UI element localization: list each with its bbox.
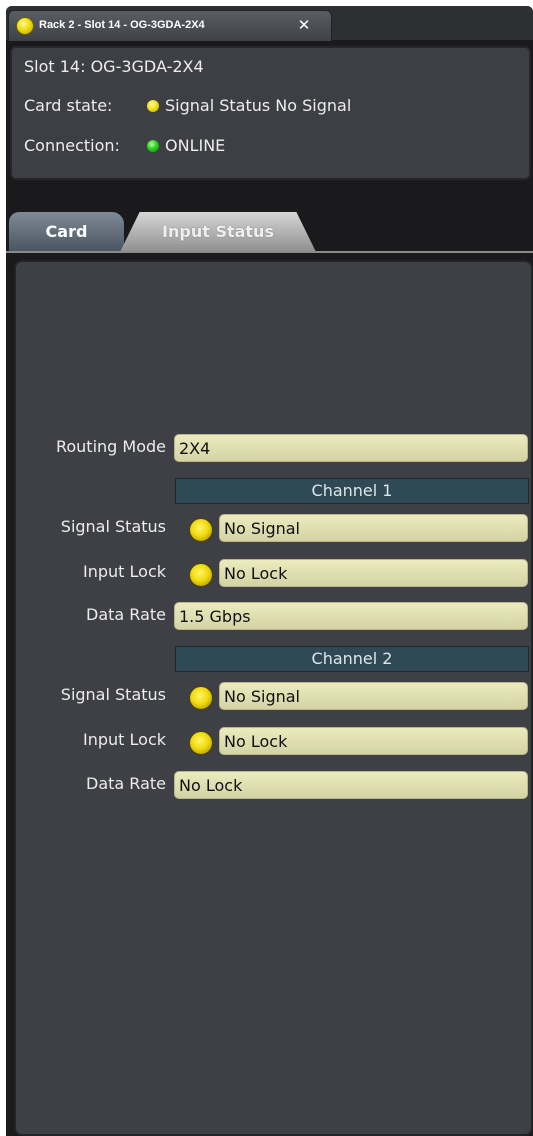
slot-name: Slot 14: OG-3GDA-2X4	[24, 57, 204, 76]
ch1-data-rate-field[interactable]: 1.5 Gbps	[174, 602, 528, 630]
ch1-input-lock-label: Input Lock	[83, 562, 166, 581]
ch1-data-rate-label: Data Rate	[86, 605, 166, 624]
ch1-lock-led-icon	[189, 563, 213, 587]
status-led-icon	[16, 17, 34, 35]
tab-card[interactable]: Card	[9, 212, 124, 252]
card-state-label: Card state:	[24, 96, 113, 115]
routing-mode-row: Routing Mode 2X4	[16, 432, 531, 464]
ch2-signal-status-label: Signal Status	[60, 685, 166, 704]
tab-divider	[6, 251, 533, 253]
ch2-data-rate-row: Data Rate No Lock	[16, 769, 531, 801]
device-window: Rack 2 - Slot 14 - OG-3GDA-2X4 ✕ Slot 14…	[6, 6, 533, 1136]
title-bar: Rack 2 - Slot 14 - OG-3GDA-2X4 ✕	[6, 6, 533, 41]
card-state-row: Card state: Signal Status No Signal	[24, 96, 351, 115]
routing-mode-field[interactable]: 2X4	[174, 434, 528, 462]
ch1-signal-status-field[interactable]: No Signal	[219, 514, 528, 542]
ch2-signal-led-icon	[189, 686, 213, 710]
connection-value: ONLINE	[165, 136, 226, 155]
ch2-lock-led-icon	[189, 731, 213, 755]
connection-label: Connection:	[24, 136, 120, 155]
ch2-signal-status-field[interactable]: No Signal	[219, 682, 528, 710]
ch1-signal-status-label: Signal Status	[60, 517, 166, 536]
card-info-box: Slot 14: OG-3GDA-2X4 Card state: Signal S…	[10, 46, 531, 180]
ch1-input-lock-row: Input Lock No Lock	[16, 557, 531, 589]
ch2-signal-status-row: Signal Status No Signal	[16, 680, 531, 712]
ch2-input-lock-row: Input Lock No Lock	[16, 725, 531, 757]
window-tab[interactable]: Rack 2 - Slot 14 - OG-3GDA-2X4 ✕	[8, 10, 332, 41]
channel-2-header: Channel 2	[175, 646, 529, 672]
input-status-panel: Routing Mode 2X4 Channel 1 Signal Status…	[14, 260, 533, 1136]
ch1-signal-status-row: Signal Status No Signal	[16, 512, 531, 544]
card-state-led-icon	[147, 100, 159, 112]
tab-bar: Card Input Status	[6, 206, 533, 254]
ch1-data-rate-row: Data Rate 1.5 Gbps	[16, 600, 531, 632]
connection-row: Connection: ONLINE	[24, 136, 225, 155]
ch2-input-lock-label: Input Lock	[83, 730, 166, 749]
ch1-input-lock-field[interactable]: No Lock	[219, 559, 528, 587]
connection-led-icon	[147, 140, 159, 152]
routing-mode-label: Routing Mode	[55, 437, 166, 456]
ch2-input-lock-field[interactable]: No Lock	[219, 727, 528, 755]
tab-input-status[interactable]: Input Status	[120, 212, 316, 252]
channel-1-header: Channel 1	[175, 478, 529, 504]
close-icon[interactable]: ✕	[295, 16, 313, 34]
ch2-data-rate-label: Data Rate	[86, 774, 166, 793]
window-title: Rack 2 - Slot 14 - OG-3GDA-2X4	[39, 19, 205, 31]
ch2-data-rate-field[interactable]: No Lock	[174, 771, 528, 799]
card-state-value: Signal Status No Signal	[165, 96, 352, 115]
ch1-signal-led-icon	[189, 518, 213, 542]
